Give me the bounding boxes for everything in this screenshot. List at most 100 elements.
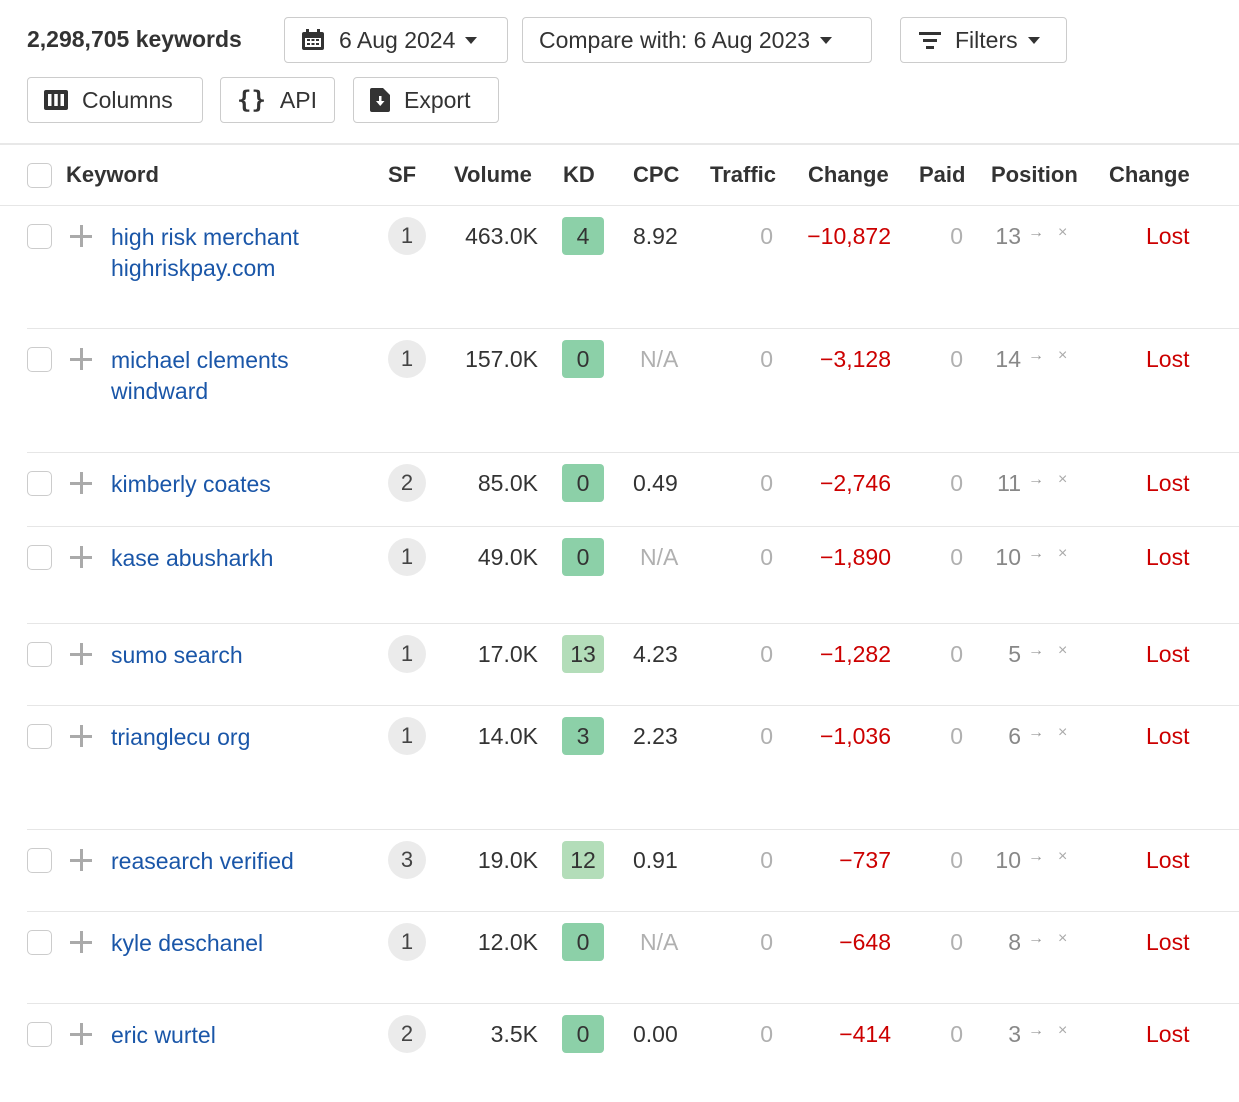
columns-label: Columns xyxy=(82,86,173,113)
close-icon: × xyxy=(1058,347,1068,364)
keyword-link[interactable]: high risk merchant highriskpay.com xyxy=(111,222,351,284)
volume-value: 49.0K xyxy=(477,544,538,570)
add-to-list-icon[interactable] xyxy=(70,849,92,871)
cpc-value: N/A xyxy=(640,929,679,955)
row-checkbox[interactable] xyxy=(27,642,52,667)
arrow-right-icon: → xyxy=(1028,224,1044,241)
status-badge: Lost xyxy=(1146,641,1190,667)
header-sf[interactable]: SF xyxy=(388,162,416,188)
keyword-link[interactable]: kimberly coates xyxy=(111,469,351,500)
position-value: 5 xyxy=(1008,641,1021,667)
keyword-link[interactable]: trianglecu org xyxy=(111,722,351,753)
add-to-list-icon[interactable] xyxy=(70,348,92,370)
close-icon: × xyxy=(1058,545,1068,562)
row-checkbox[interactable] xyxy=(27,848,52,873)
header-traffic[interactable]: Traffic xyxy=(710,162,776,188)
table-row: kase abusharkh 1 49.0K 0 N/A 0 −1,890 0 10 → × Lost xyxy=(27,527,1239,624)
close-icon: × xyxy=(1058,224,1068,241)
paid-value: 0 xyxy=(950,929,963,955)
table-row: reasearch verified 3 19.0K 12 0.91 0 −737 0 10 → ×… xyxy=(27,830,1239,912)
keyword-link[interactable]: eric wurtel xyxy=(111,1020,351,1051)
row-checkbox[interactable] xyxy=(27,1022,52,1047)
status-badge: Lost xyxy=(1146,346,1190,372)
paid-value: 0 xyxy=(950,346,963,372)
header-traffic-change[interactable]: Change xyxy=(808,162,889,188)
position-value: 11 xyxy=(997,470,1021,496)
cpc-value: 4.23 xyxy=(633,641,678,667)
status-badge: Lost xyxy=(1146,544,1190,570)
paid-value: 0 xyxy=(950,847,963,873)
table-row: eric wurtel 2 3.5K 0 0.00 0 −414 0 3 → × Lost xyxy=(27,1004,1239,1102)
arrow-right-icon: → xyxy=(1028,724,1044,741)
header-cpc[interactable]: CPC xyxy=(633,162,679,188)
paid-value: 0 xyxy=(950,223,963,249)
volume-value: 463.0K xyxy=(465,223,538,249)
add-to-list-icon[interactable] xyxy=(70,1023,92,1045)
add-to-list-icon[interactable] xyxy=(70,225,92,247)
columns-button[interactable]: Columns xyxy=(27,77,203,123)
keyword-count: 2,298,705 keywords xyxy=(27,26,242,52)
calendar-icon xyxy=(301,29,325,51)
traffic-change-value: −2,746 xyxy=(820,470,891,496)
filters-label: Filters xyxy=(955,26,1018,53)
traffic-change-value: −414 xyxy=(839,1021,891,1047)
traffic-change-value: −1,282 xyxy=(820,641,891,667)
add-to-list-icon[interactable] xyxy=(70,643,92,665)
keyword-link[interactable]: kase abusharkh xyxy=(111,543,351,574)
toolbar: 2,298,705 keywords 6 Aug 2024 Compare wi… xyxy=(0,0,1239,140)
add-to-list-icon[interactable] xyxy=(70,725,92,747)
arrow-right-icon: → xyxy=(1028,471,1044,488)
add-to-list-icon[interactable] xyxy=(70,931,92,953)
kd-badge: 13 xyxy=(562,635,604,673)
add-to-list-icon[interactable] xyxy=(70,472,92,494)
header-volume[interactable]: Volume xyxy=(454,162,532,188)
header-paid[interactable]: Paid xyxy=(919,162,965,188)
compare-with-button[interactable]: Compare with: 6 Aug 2023 xyxy=(522,17,872,63)
keyword-link[interactable]: michael clements windward xyxy=(111,345,351,407)
cpc-value: N/A xyxy=(640,544,679,570)
arrow-right-icon: → xyxy=(1028,347,1044,364)
date-label: 6 Aug 2024 xyxy=(339,26,456,53)
keyword-link[interactable]: sumo search xyxy=(111,640,351,671)
header-kd[interactable]: KD xyxy=(563,162,595,188)
kd-badge: 12 xyxy=(562,841,604,879)
row-checkbox[interactable] xyxy=(27,724,52,749)
filters-button[interactable]: Filters xyxy=(900,17,1067,63)
columns-icon xyxy=(44,90,68,110)
status-badge: Lost xyxy=(1146,929,1190,955)
position-value: 13 xyxy=(995,223,1021,249)
volume-value: 17.0K xyxy=(477,641,538,667)
row-checkbox[interactable] xyxy=(27,545,52,570)
api-button[interactable]: {} API xyxy=(220,77,335,123)
select-all-checkbox[interactable] xyxy=(27,163,52,188)
kd-badge: 0 xyxy=(562,538,604,576)
table-row: kyle deschanel 1 12.0K 0 N/A 0 −648 0 8 → × Lost xyxy=(27,912,1239,1004)
date-picker-button[interactable]: 6 Aug 2024 xyxy=(284,17,508,63)
header-keyword[interactable]: Keyword xyxy=(66,162,159,188)
table-row: trianglecu org 1 14.0K 3 2.23 0 −1,036 0 6 → × Lost xyxy=(27,706,1239,830)
header-position-change[interactable]: Change xyxy=(1109,162,1190,188)
position-value: 3 xyxy=(1008,1021,1021,1047)
export-button[interactable]: Export xyxy=(353,77,499,123)
close-icon: × xyxy=(1058,930,1068,947)
paid-value: 0 xyxy=(950,470,963,496)
row-checkbox[interactable] xyxy=(27,224,52,249)
position-value: 14 xyxy=(995,346,1021,372)
table-row: high risk merchant highriskpay.com 1 463.0… xyxy=(27,206,1239,329)
volume-value: 3.5K xyxy=(490,1021,538,1047)
traffic-change-value: −648 xyxy=(839,929,891,955)
row-checkbox[interactable] xyxy=(27,347,52,372)
kd-badge: 0 xyxy=(562,1015,604,1053)
status-badge: Lost xyxy=(1146,847,1190,873)
row-checkbox[interactable] xyxy=(27,471,52,496)
keyword-link[interactable]: reasearch verified xyxy=(111,846,351,877)
close-icon: × xyxy=(1058,1022,1068,1039)
header-position[interactable]: Position xyxy=(991,162,1078,188)
close-icon: × xyxy=(1058,642,1068,659)
export-label: Export xyxy=(404,86,471,113)
row-checkbox[interactable] xyxy=(27,930,52,955)
chevron-down-icon xyxy=(1027,36,1040,44)
add-to-list-icon[interactable] xyxy=(70,546,92,568)
keyword-link[interactable]: kyle deschanel xyxy=(111,928,351,959)
cpc-value: 8.92 xyxy=(633,223,678,249)
